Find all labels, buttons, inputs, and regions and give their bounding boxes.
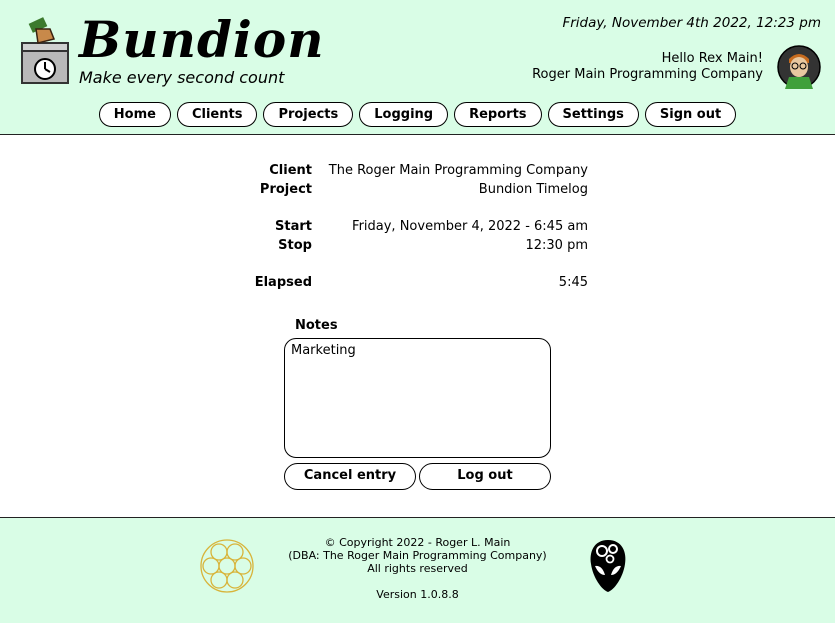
project-value: Bundion Timelog	[478, 182, 588, 197]
log-entry-panel: Client The Roger Main Programming Compan…	[0, 136, 835, 518]
log-out-button[interactable]: Log out	[419, 463, 551, 490]
main-nav: Home Clients Projects Logging Reports Se…	[0, 102, 835, 127]
brand-name: Bundion	[79, 10, 325, 69]
version-text: Version 1.0.8.8	[376, 588, 459, 601]
footer: © Copyright 2022 - Roger L. Main (DBA: T…	[0, 517, 835, 623]
nav-clients-button[interactable]: Clients	[176, 102, 258, 127]
nav-signout-button[interactable]: Sign out	[644, 102, 737, 127]
tagline: Make every second count	[79, 68, 285, 87]
alien-gears-icon	[590, 540, 626, 592]
company-name: Roger Main Programming Company	[532, 67, 763, 82]
project-label: Project	[259, 182, 312, 197]
dba-text: (DBA: The Roger Main Programming Company…	[288, 549, 547, 562]
user-avatar[interactable]	[777, 45, 821, 89]
copyright-text: © Copyright 2022 - Roger L. Main	[324, 536, 511, 549]
stop-label: Stop	[278, 238, 312, 253]
greeting: Hello Rex Main!	[661, 51, 763, 66]
elapsed-label: Elapsed	[254, 275, 312, 290]
time-clock-ballot-icon	[21, 17, 69, 84]
notes-textarea[interactable]: Marketing	[284, 338, 551, 458]
current-datetime: Friday, November 4th 2022, 12:23 pm	[562, 15, 821, 31]
nav-home-button[interactable]: Home	[98, 102, 171, 127]
nav-reports-button[interactable]: Reports	[454, 102, 542, 127]
rights-text: All rights reserved	[367, 562, 468, 575]
stop-value: 12:30 pm	[525, 238, 588, 253]
nav-logging-button[interactable]: Logging	[359, 102, 449, 127]
start-label: Start	[275, 219, 312, 234]
elapsed-value: 5:45	[558, 275, 588, 290]
nav-projects-button[interactable]: Projects	[263, 102, 354, 127]
cancel-entry-button[interactable]: Cancel entry	[284, 463, 416, 490]
start-value: Friday, November 4, 2022 - 6:45 am	[352, 219, 588, 234]
nav-settings-button[interactable]: Settings	[547, 102, 639, 127]
client-label: Client	[269, 163, 312, 178]
notes-label: Notes	[295, 318, 338, 333]
header: Bundion Make every second count Friday, …	[0, 0, 835, 135]
client-value: The Roger Main Programming Company	[328, 163, 588, 178]
